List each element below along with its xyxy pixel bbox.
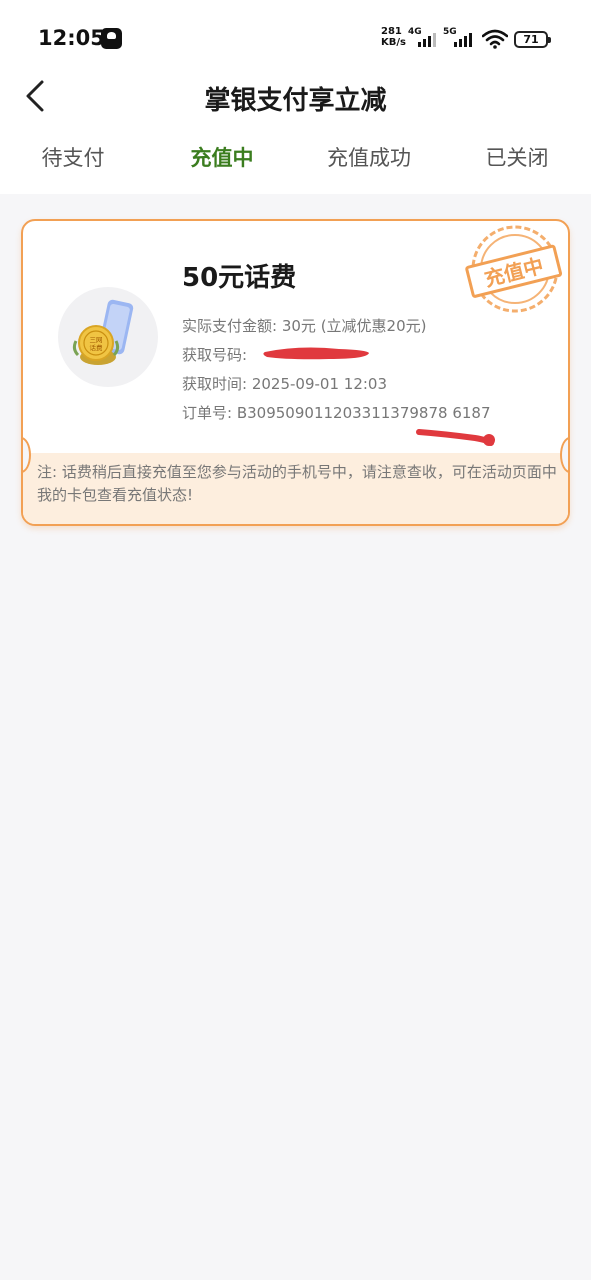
signal-2-icon [454,33,476,47]
tab-pending-payment[interactable]: 待支付 [0,142,148,172]
battery-level: 71 [523,33,539,46]
acquire-time-row: 获取时间: 2025-09-01 12:03 [182,373,387,394]
scribble-mark [416,429,495,446]
order-number-label: 订单号: [182,404,233,422]
product-title: 50元话费 [182,263,297,293]
paid-amount-value: 30元 (立减优惠20元) [281,317,427,335]
tab-closed[interactable]: 已关闭 [442,142,591,172]
recharge-note: 注: 话费稍后直接充值至您参与活动的手机号中，请注意查收，可在活动页面中我的卡包… [37,463,557,504]
phone-bill-icon: 三网 话费 [72,299,134,365]
svg-text:三网: 三网 [90,336,103,344]
battery-icon: 71 [514,31,551,48]
recharging-stamp-icon: 充值中 [465,225,563,313]
wifi-icon [482,29,508,49]
order-card[interactable]: 三网 话费 50元话费 实际支付金额: 30元 (立减优惠20元) 获取号码: … [21,219,570,526]
acquire-time-label: 获取时间: [182,375,248,393]
phone-number-row: 获取号码: [182,344,247,365]
order-number-row: 订单号: B309509011203311379878 6187 [182,402,491,423]
order-number-value[interactable]: B309509011203311379878 6187 [237,404,491,422]
product-image: 三网 话费 [58,287,158,387]
status-tabs: 待支付 充值中 充值成功 已关闭 [0,142,591,182]
phone-number-redaction [263,347,369,360]
tab-recharging[interactable]: 充值中 [147,142,297,172]
acquire-time-value: 2025-09-01 12:03 [251,375,388,393]
status-bar: 12:05 281 KB/s 4G 5G 71 [0,0,591,78]
status-time: 12:05 [38,26,105,50]
tab-recharge-success[interactable]: 充值成功 [294,142,444,172]
page-title: 掌银支付享立减 [204,86,387,116]
signal-1-icon [418,33,440,47]
network-speed-value: 281 [381,26,402,37]
network-speed-unit: KB/s [381,37,406,48]
notification-app-icon [101,28,122,49]
paid-amount-label: 实际支付金额: [182,317,278,335]
paid-amount-row: 实际支付金额: 30元 (立减优惠20元) [182,315,427,336]
network-speed: 281 KB/s [381,26,406,48]
phone-number-label: 获取号码: [182,346,248,364]
svg-text:话费: 话费 [90,343,104,352]
